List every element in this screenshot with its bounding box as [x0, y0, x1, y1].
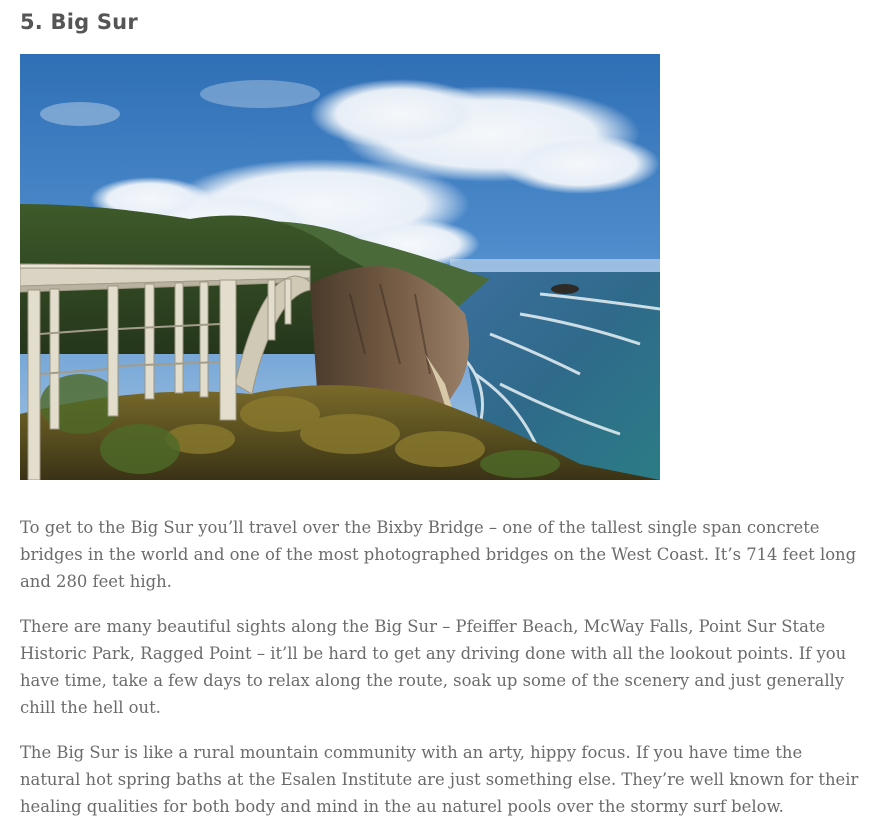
- paragraph-community: The Big Sur is like a rural mountain com…: [20, 743, 859, 816]
- paragraph-sights: There are many beautiful sights along th…: [20, 617, 847, 717]
- article-body: To get to the Big Sur you’ll travel over…: [20, 514, 860, 838]
- section-heading: 5. Big Sur: [20, 10, 138, 34]
- article: 5. Big Sur To get to the Big Sur you’ll …: [20, 0, 860, 816]
- paragraph-bixby-bridge: To get to the Big Sur you’ll travel over…: [20, 518, 857, 591]
- bixby-bridge-photo: [20, 54, 660, 480]
